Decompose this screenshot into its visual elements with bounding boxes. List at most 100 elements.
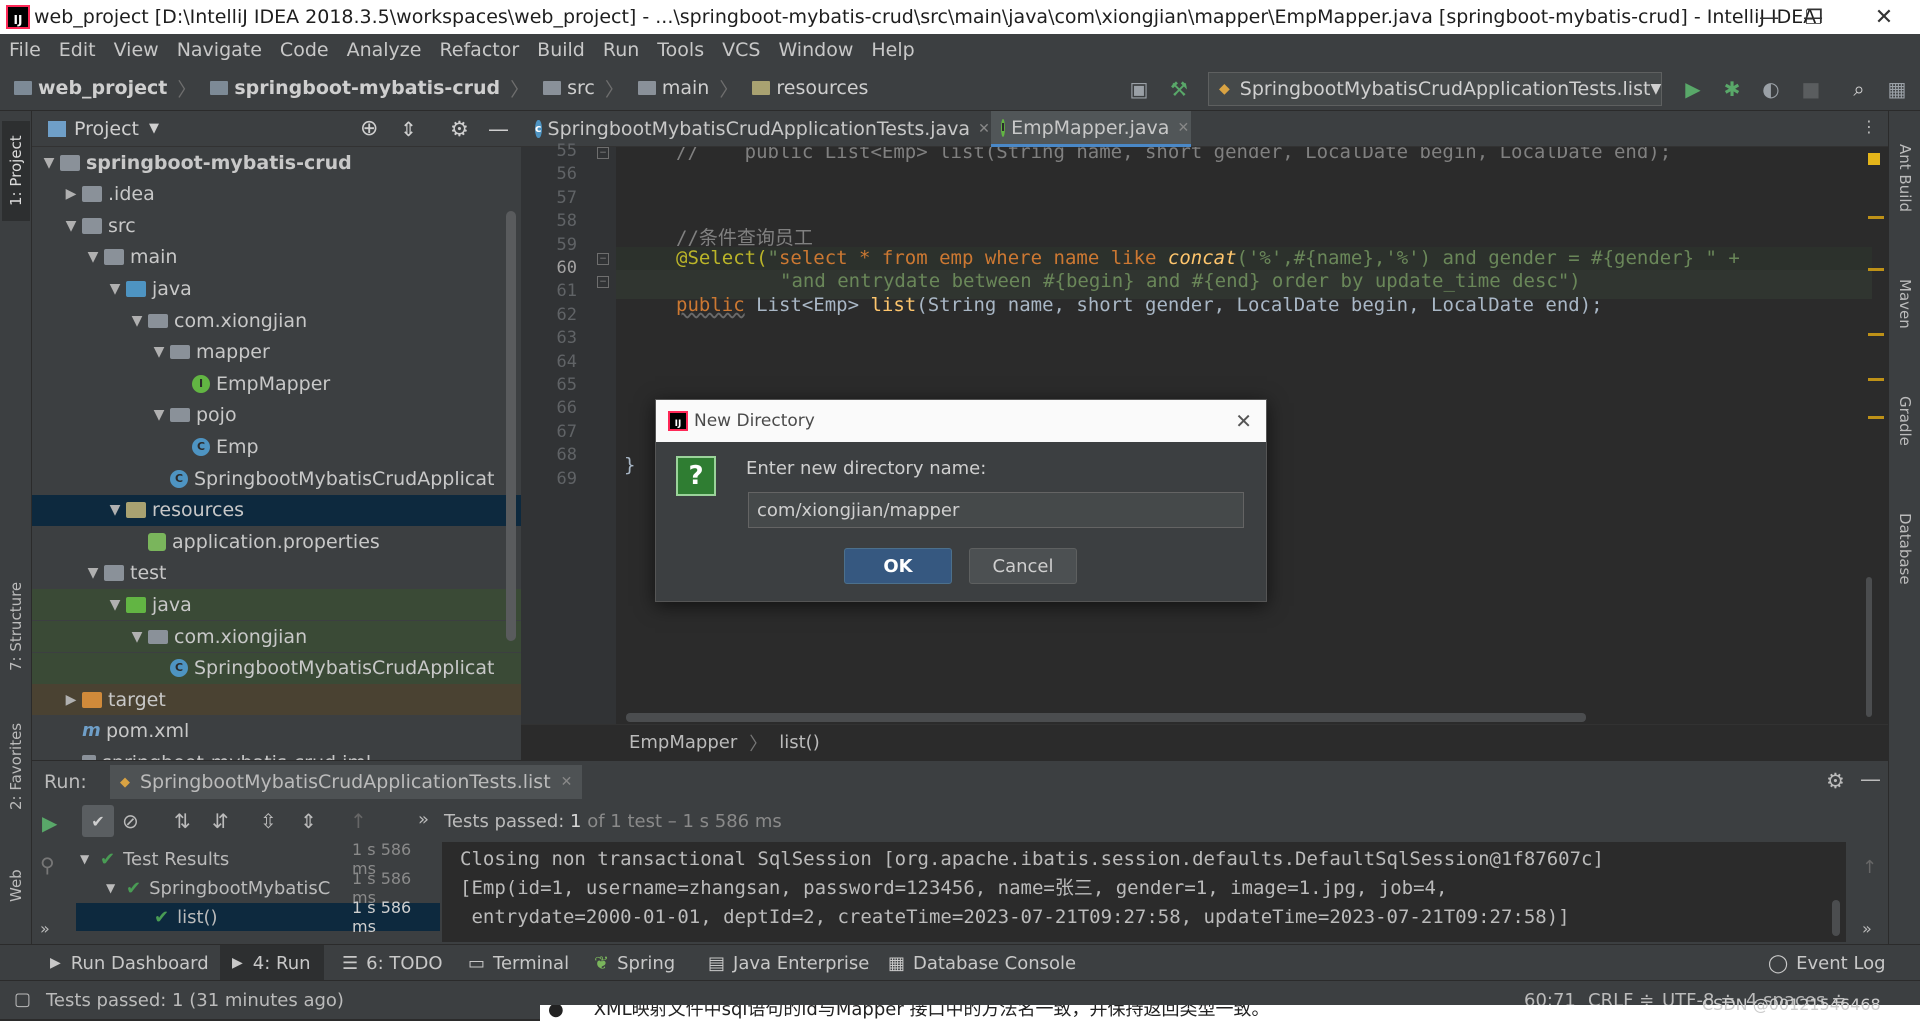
menu-code[interactable]: Code bbox=[280, 39, 329, 61]
tab-application-tests[interactable]: c SpringbootMybatisCrudApplicationTests.… bbox=[525, 111, 990, 147]
previous-failed-icon[interactable]: ↑ bbox=[350, 809, 367, 833]
tab-todo[interactable]: ☰ 6: TODO bbox=[342, 945, 443, 981]
expanded-arrow-icon[interactable]: ▼ bbox=[104, 281, 126, 297]
tree-item[interactable]: ▼ springboot-mybatis-crud bbox=[32, 147, 521, 178]
breadcrumb-method[interactable]: list() bbox=[779, 732, 819, 753]
tree-item[interactable]: ▼ java bbox=[32, 273, 521, 304]
tool-tab-structure[interactable]: 7: Structure bbox=[2, 566, 30, 686]
expanded-arrow-icon[interactable]: ▼ bbox=[60, 218, 82, 234]
tree-item[interactable]: C Emp bbox=[32, 431, 521, 462]
sort-duration-icon[interactable]: ⇵ bbox=[212, 809, 229, 833]
menu-vcs[interactable]: VCS bbox=[722, 39, 760, 61]
editor-horizontal-scrollbar[interactable] bbox=[626, 713, 1586, 722]
tree-item[interactable]: ▼ java bbox=[32, 589, 521, 621]
menu-navigate[interactable]: Navigate bbox=[177, 39, 262, 61]
expanded-arrow-icon[interactable]: ▼ bbox=[148, 344, 170, 360]
expanded-arrow-icon[interactable]: ▼ bbox=[38, 155, 60, 171]
tree-item[interactable]: m pom.xml bbox=[32, 716, 521, 747]
crumb-main[interactable]: main 〉 bbox=[637, 75, 738, 102]
tool-tab-ant-build[interactable]: Ant Build bbox=[1891, 121, 1919, 236]
console-output[interactable]: Closing non transactional SqlSession [or… bbox=[442, 842, 1846, 942]
tree-item[interactable]: ▼ com.xiongjian bbox=[32, 621, 521, 652]
error-stripe-mark[interactable] bbox=[1868, 333, 1884, 336]
tool-tab-web[interactable]: Web bbox=[2, 851, 30, 921]
tab-list-icon[interactable]: ⋮ bbox=[1861, 117, 1877, 136]
run-icon[interactable]: ▶ bbox=[1680, 76, 1706, 102]
stop-icon[interactable]: ■ bbox=[1798, 76, 1824, 102]
editor-vertical-scrollbar[interactable] bbox=[1866, 577, 1872, 717]
error-stripe-mark[interactable] bbox=[1868, 416, 1884, 419]
tree-item[interactable]: ▼ mapper bbox=[32, 337, 521, 368]
run-config-tab[interactable]: ◆ SpringbootMybatisCrudApplicationTests.… bbox=[110, 765, 583, 799]
chevron-down-icon[interactable]: ▼ bbox=[149, 121, 159, 136]
collapsed-arrow-icon[interactable]: ▶ bbox=[60, 186, 82, 202]
breadcrumb-class[interactable]: EmpMapper bbox=[629, 732, 737, 753]
collapse-all-icon[interactable]: ⇕ bbox=[400, 117, 417, 141]
tree-item[interactable]: ▶ .idea bbox=[32, 179, 521, 210]
pin-icon[interactable]: ⚲ bbox=[40, 853, 55, 877]
menu-refactor[interactable]: Refactor bbox=[439, 39, 519, 61]
tree-item[interactable]: ▼ resources bbox=[32, 494, 521, 526]
menu-build[interactable]: Build bbox=[537, 39, 585, 61]
expanded-arrow-icon[interactable]: ▼ bbox=[82, 565, 104, 581]
gear-icon[interactable]: ⚙ bbox=[450, 117, 469, 141]
menu-run[interactable]: Run bbox=[603, 39, 639, 61]
tab-empmapper[interactable]: I EmpMapper.java ✕ bbox=[991, 111, 1191, 147]
menu-edit[interactable]: Edit bbox=[59, 39, 96, 61]
show-ignored-icon[interactable]: ⊘ bbox=[122, 809, 139, 833]
tool-tab-maven[interactable]: Maven bbox=[1891, 256, 1919, 351]
console-scrollbar[interactable] bbox=[1832, 900, 1840, 936]
tree-item[interactable]: I EmpMapper bbox=[32, 368, 521, 399]
cancel-button[interactable]: Cancel bbox=[969, 548, 1077, 584]
close-dialog-icon[interactable]: ✕ bbox=[1235, 409, 1252, 433]
restore-button[interactable]: ❐ bbox=[1785, 0, 1843, 34]
tree-item[interactable]: ▼ src bbox=[32, 210, 521, 241]
close-window-button[interactable]: ✕ bbox=[1855, 0, 1913, 34]
more-icon[interactable]: » bbox=[418, 809, 429, 830]
fold-marker-icon[interactable]: − bbox=[597, 276, 609, 288]
coverage-icon[interactable]: ◐ bbox=[1758, 76, 1784, 102]
tree-item[interactable]: springboot-mybatis-crud.iml bbox=[32, 747, 521, 760]
error-stripe-mark[interactable] bbox=[1868, 268, 1884, 271]
warning-marker-icon[interactable] bbox=[1868, 153, 1880, 165]
tree-item[interactable]: C SpringbootMybatisCrudApplicat bbox=[32, 652, 521, 684]
build-hammer-icon[interactable]: ⚒ bbox=[1166, 76, 1192, 102]
menu-tools[interactable]: Tools bbox=[657, 39, 704, 61]
layout-icon[interactable]: ▣ bbox=[1126, 76, 1152, 102]
close-tab-icon[interactable]: ✕ bbox=[561, 774, 573, 790]
expanded-arrow-icon[interactable]: ▼ bbox=[148, 407, 170, 423]
collapse-all-icon[interactable]: ⇕ bbox=[300, 809, 317, 833]
close-tab-icon[interactable]: ✕ bbox=[978, 121, 990, 137]
tab-spring[interactable]: ❦ Spring bbox=[594, 945, 675, 981]
directory-name-input[interactable] bbox=[748, 492, 1244, 528]
hide-panel-icon[interactable]: — bbox=[1860, 767, 1881, 791]
crumb-resources[interactable]: resources bbox=[752, 77, 868, 99]
close-tab-icon[interactable]: ✕ bbox=[1177, 120, 1189, 136]
menu-window[interactable]: Window bbox=[778, 39, 853, 61]
menu-help[interactable]: Help bbox=[871, 39, 914, 61]
locate-icon[interactable]: ⊕ bbox=[360, 116, 378, 141]
structure-icon[interactable]: ▦ bbox=[1884, 76, 1910, 102]
tab-run[interactable]: ▶ 4: Run bbox=[220, 945, 324, 981]
tool-tab-database[interactable]: Database bbox=[1891, 491, 1919, 606]
tree-item[interactable]: ▼ com.xiongjian bbox=[32, 305, 521, 336]
tab-run-dashboard[interactable]: ▶ Run Dashboard bbox=[50, 945, 209, 981]
expanded-arrow-icon[interactable]: ▼ bbox=[104, 597, 126, 613]
expanded-arrow-icon[interactable]: ▼ bbox=[104, 502, 126, 518]
gear-icon[interactable]: ⚙ bbox=[1826, 769, 1845, 793]
tree-item[interactable]: application.properties bbox=[32, 526, 521, 557]
tool-tab-gradle[interactable]: Gradle bbox=[1891, 366, 1919, 476]
ok-button[interactable]: OK bbox=[844, 548, 952, 584]
expanded-arrow-icon[interactable]: ▼ bbox=[126, 629, 148, 645]
collapsed-arrow-icon[interactable]: ▶ bbox=[60, 692, 82, 708]
sort-alpha-icon[interactable]: ⇅ bbox=[174, 809, 191, 833]
rerun-icon[interactable]: ▶ bbox=[42, 811, 57, 835]
expanded-arrow-icon[interactable]: ▼ bbox=[82, 249, 104, 265]
error-stripe-mark[interactable] bbox=[1868, 378, 1884, 381]
test-node-method[interactable]: ✔ list() 1 s 586 ms bbox=[76, 898, 440, 936]
tree-item[interactable]: C SpringbootMybatisCrudApplicat bbox=[32, 463, 521, 494]
tree-item[interactable]: ▼ pojo bbox=[32, 400, 521, 431]
tool-tab-favorites[interactable]: 2: Favorites bbox=[2, 711, 30, 821]
error-stripe-mark[interactable] bbox=[1868, 216, 1884, 219]
expand-all-icon[interactable]: ⇳ bbox=[260, 809, 277, 833]
